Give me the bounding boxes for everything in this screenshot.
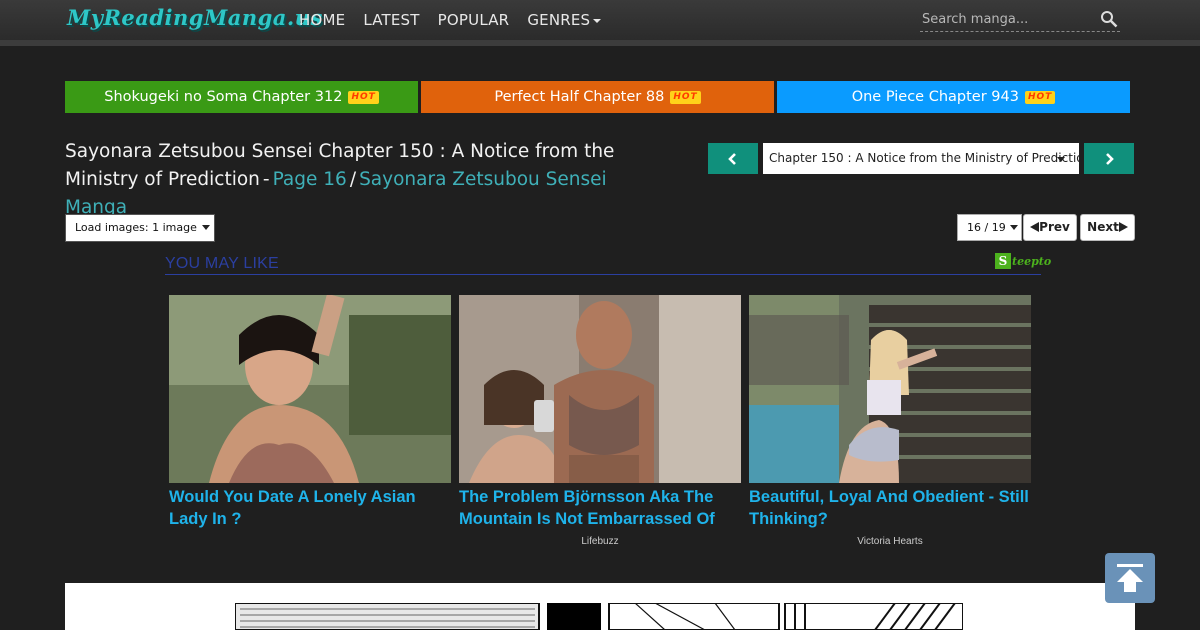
hot-link-label: One Piece Chapter 943 bbox=[851, 89, 1019, 105]
hot-link-label: Shokugeki no Soma Chapter 312 bbox=[104, 89, 343, 105]
back-to-top-button[interactable] bbox=[1105, 553, 1155, 603]
arrow-up-icon bbox=[1117, 564, 1143, 592]
manga-reader-panel bbox=[65, 583, 1135, 630]
chevron-left-icon bbox=[728, 152, 736, 165]
page-select-value: 16 / 19 bbox=[967, 221, 1006, 234]
nav-home[interactable]: HOME bbox=[290, 0, 354, 40]
nav-genres-label: GENRES bbox=[527, 11, 591, 29]
next-label: Next bbox=[1087, 220, 1119, 234]
title-dash: - bbox=[262, 169, 270, 190]
prev-label: Prev bbox=[1039, 220, 1070, 234]
next-page-button[interactable]: Next bbox=[1080, 214, 1135, 241]
nav-genres[interactable]: GENRES bbox=[518, 0, 610, 40]
navbar-shadow bbox=[0, 40, 1200, 46]
hot-link-shokugeki[interactable]: Shokugeki no Soma Chapter 312 HOT bbox=[65, 81, 418, 113]
hot-badge-icon: HOT bbox=[670, 90, 701, 104]
card-title[interactable]: Beautiful, Loyal And Obedient - Still Th… bbox=[749, 486, 1031, 530]
recommend-card[interactable]: Beautiful, Loyal And Obedient - Still Th… bbox=[749, 295, 1031, 547]
prev-chapter-button[interactable] bbox=[708, 143, 758, 174]
manga-page-art bbox=[235, 603, 963, 630]
chevron-down-icon bbox=[202, 225, 210, 230]
photo-woman-selfie bbox=[169, 295, 451, 483]
load-images-value: Load images: 1 image bbox=[75, 221, 197, 234]
nav-popular[interactable]: POPULAR bbox=[429, 0, 519, 40]
site-logo[interactable]: MyReadingManga.us bbox=[67, 5, 323, 35]
chevron-right-icon bbox=[1106, 152, 1114, 165]
main-nav: HOME LATEST POPULAR GENRES bbox=[290, 0, 610, 40]
photo-woman-fence bbox=[749, 295, 1031, 483]
page-link[interactable]: Page 16 bbox=[273, 169, 347, 190]
recommend-card[interactable]: Would You Date A Lonely Asian Lady In ? bbox=[169, 295, 451, 536]
chevron-down-icon bbox=[1010, 225, 1018, 230]
manga-page-image[interactable] bbox=[235, 603, 963, 630]
chapter-title: Sayonara Zetsubou Sensei Chapter 150 : A… bbox=[65, 138, 665, 222]
prev-page-button[interactable]: Prev bbox=[1023, 214, 1077, 241]
card-source: Victoria Hearts bbox=[857, 536, 923, 547]
caret-down-icon bbox=[593, 18, 602, 23]
card-title[interactable]: Would You Date A Lonely Asian Lady In ? bbox=[169, 486, 451, 530]
photo-mirror-selfie bbox=[459, 295, 741, 483]
steepto-initial: S bbox=[995, 253, 1011, 269]
recommend-card[interactable]: The Problem Björnsson Aka The Mountain I… bbox=[459, 295, 741, 547]
nav-latest[interactable]: LATEST bbox=[354, 0, 428, 40]
next-chapter-button[interactable] bbox=[1084, 143, 1134, 174]
card-title[interactable]: The Problem Björnsson Aka The Mountain I… bbox=[459, 486, 741, 530]
top-navbar: MyReadingManga.us HOME LATEST POPULAR GE… bbox=[0, 0, 1200, 40]
hot-link-perfect-half[interactable]: Perfect Half Chapter 88 HOT bbox=[421, 81, 774, 113]
search-box bbox=[920, 7, 1120, 32]
hot-badge-icon: HOT bbox=[348, 90, 379, 104]
heading-divider bbox=[165, 274, 1041, 275]
title-slash: / bbox=[349, 169, 357, 190]
steepto-brand: teepto bbox=[1012, 255, 1052, 268]
search-icon[interactable] bbox=[1100, 10, 1118, 28]
hot-badge-icon: HOT bbox=[1024, 90, 1056, 104]
steepto-logo[interactable]: Steepto bbox=[995, 253, 1051, 269]
triangle-right-icon bbox=[1118, 222, 1128, 232]
hot-chapters-bar: Shokugeki no Soma Chapter 312 HOT Perfect… bbox=[65, 81, 1131, 113]
card-image[interactable] bbox=[459, 295, 741, 483]
hot-link-one-piece[interactable]: One Piece Chapter 943 HOT bbox=[777, 81, 1130, 113]
card-image[interactable] bbox=[169, 295, 451, 483]
you-may-like-heading: YOU MAY LIKE bbox=[165, 255, 279, 272]
card-image[interactable] bbox=[749, 295, 1031, 483]
load-images-select[interactable]: Load images: 1 image bbox=[65, 214, 215, 242]
hot-link-label: Perfect Half Chapter 88 bbox=[494, 89, 665, 105]
triangle-left-icon bbox=[1030, 222, 1040, 232]
chapter-select-value: Chapter 150 : A Notice from the Ministry… bbox=[769, 151, 1079, 165]
search-input[interactable] bbox=[920, 7, 1095, 31]
chevron-down-icon bbox=[1057, 157, 1065, 162]
card-source: Lifebuzz bbox=[581, 536, 619, 547]
chapter-select[interactable]: Chapter 150 : A Notice from the Ministry… bbox=[763, 143, 1079, 174]
